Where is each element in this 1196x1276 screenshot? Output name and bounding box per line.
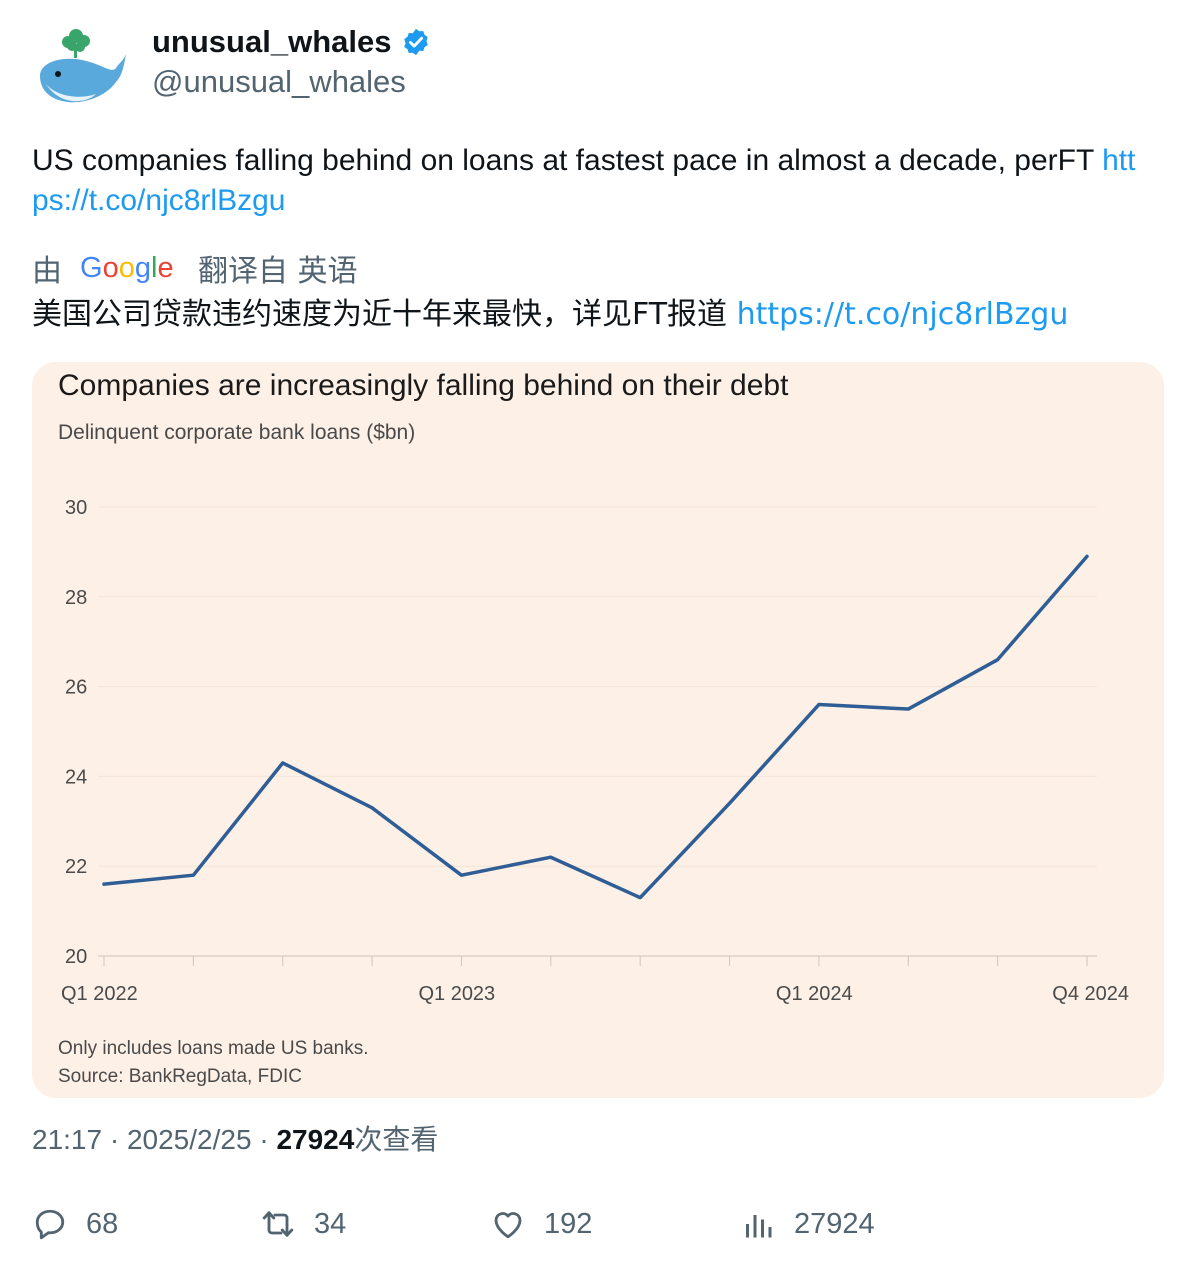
- chart-card[interactable]: Companies are increasingly falling behin…: [32, 362, 1164, 1098]
- tweet-text: US companies falling behind on loans at …: [32, 141, 1142, 221]
- y-tick-label: 20: [65, 946, 87, 968]
- view-count: 27924: [276, 1124, 355, 1155]
- translated-link[interactable]: https://t.co/njc8rlBzgu: [737, 297, 1069, 332]
- y-tick-label: 30: [65, 497, 87, 519]
- author-name-text[interactable]: unusual_whales: [152, 22, 391, 62]
- author-name[interactable]: unusual_whales: [152, 22, 431, 62]
- tweet-body: US companies falling behind on loans at …: [32, 144, 1103, 177]
- verified-badge-icon: [404, 28, 429, 56]
- x-tick-label: Q1 2022: [61, 983, 138, 1005]
- avatar[interactable]: [32, 24, 128, 120]
- translation-attribution: 由 Google 翻译自 英语: [32, 246, 358, 290]
- heart-icon: [494, 1212, 522, 1239]
- whale-icon: [40, 54, 126, 103]
- series-line: [102, 554, 1089, 900]
- reply-count: 68: [86, 1207, 119, 1240]
- like-button[interactable]: 192: [490, 1206, 592, 1242]
- tweet-date[interactable]: 2025/2/25: [127, 1120, 252, 1160]
- google-logo-icon[interactable]: Google: [80, 251, 180, 285]
- y-tick-label: 24: [65, 766, 87, 788]
- svg-text:Google: Google: [80, 252, 174, 284]
- views-count: 27924: [794, 1207, 875, 1240]
- translation-prefix: 由: [32, 254, 62, 289]
- retweet-icon: [262, 1211, 294, 1237]
- tweet-meta: 21:17 · 2025/2/25 · 27924 次查看: [32, 1120, 438, 1160]
- line-chart: 20 22 24 26 28 30 Q1 2022 Q1 2023 Q1 2024 Q4 2024: [61, 497, 1129, 1005]
- x-tick-label: Q4 2024: [1052, 983, 1129, 1005]
- reply-button[interactable]: 68: [32, 1206, 118, 1242]
- reply-icon: [35, 1209, 65, 1240]
- analytics-icon: [746, 1215, 772, 1238]
- view-label: 次查看: [354, 1124, 439, 1155]
- translation-suffix: 翻译自 英语: [198, 254, 358, 289]
- y-tick-label: 26: [65, 677, 87, 699]
- views-button[interactable]: 27924: [740, 1206, 875, 1242]
- retweet-button[interactable]: 34: [260, 1206, 346, 1242]
- y-tick-label: 22: [65, 856, 87, 878]
- chart-note: Only includes loans made US banks.: [58, 1038, 369, 1059]
- chart-source: Source: BankRegData, FDIC: [58, 1066, 302, 1087]
- author-handle[interactable]: @unusual_whales: [152, 62, 406, 102]
- x-tick-label: Q1 2023: [418, 983, 495, 1005]
- translated-body: 美国公司贷款违约速度为近十年来最快，详见FT报道: [32, 297, 737, 332]
- translated-text: 美国公司贷款违约速度为近十年来最快，详见FT报道 https://t.co/nj…: [32, 294, 1152, 336]
- tweet-time[interactable]: 21:17: [32, 1120, 102, 1160]
- x-tick-label: Q1 2024: [776, 983, 853, 1005]
- like-count: 192: [544, 1207, 593, 1240]
- retweet-count: 34: [314, 1207, 347, 1240]
- y-tick-label: 28: [65, 587, 87, 609]
